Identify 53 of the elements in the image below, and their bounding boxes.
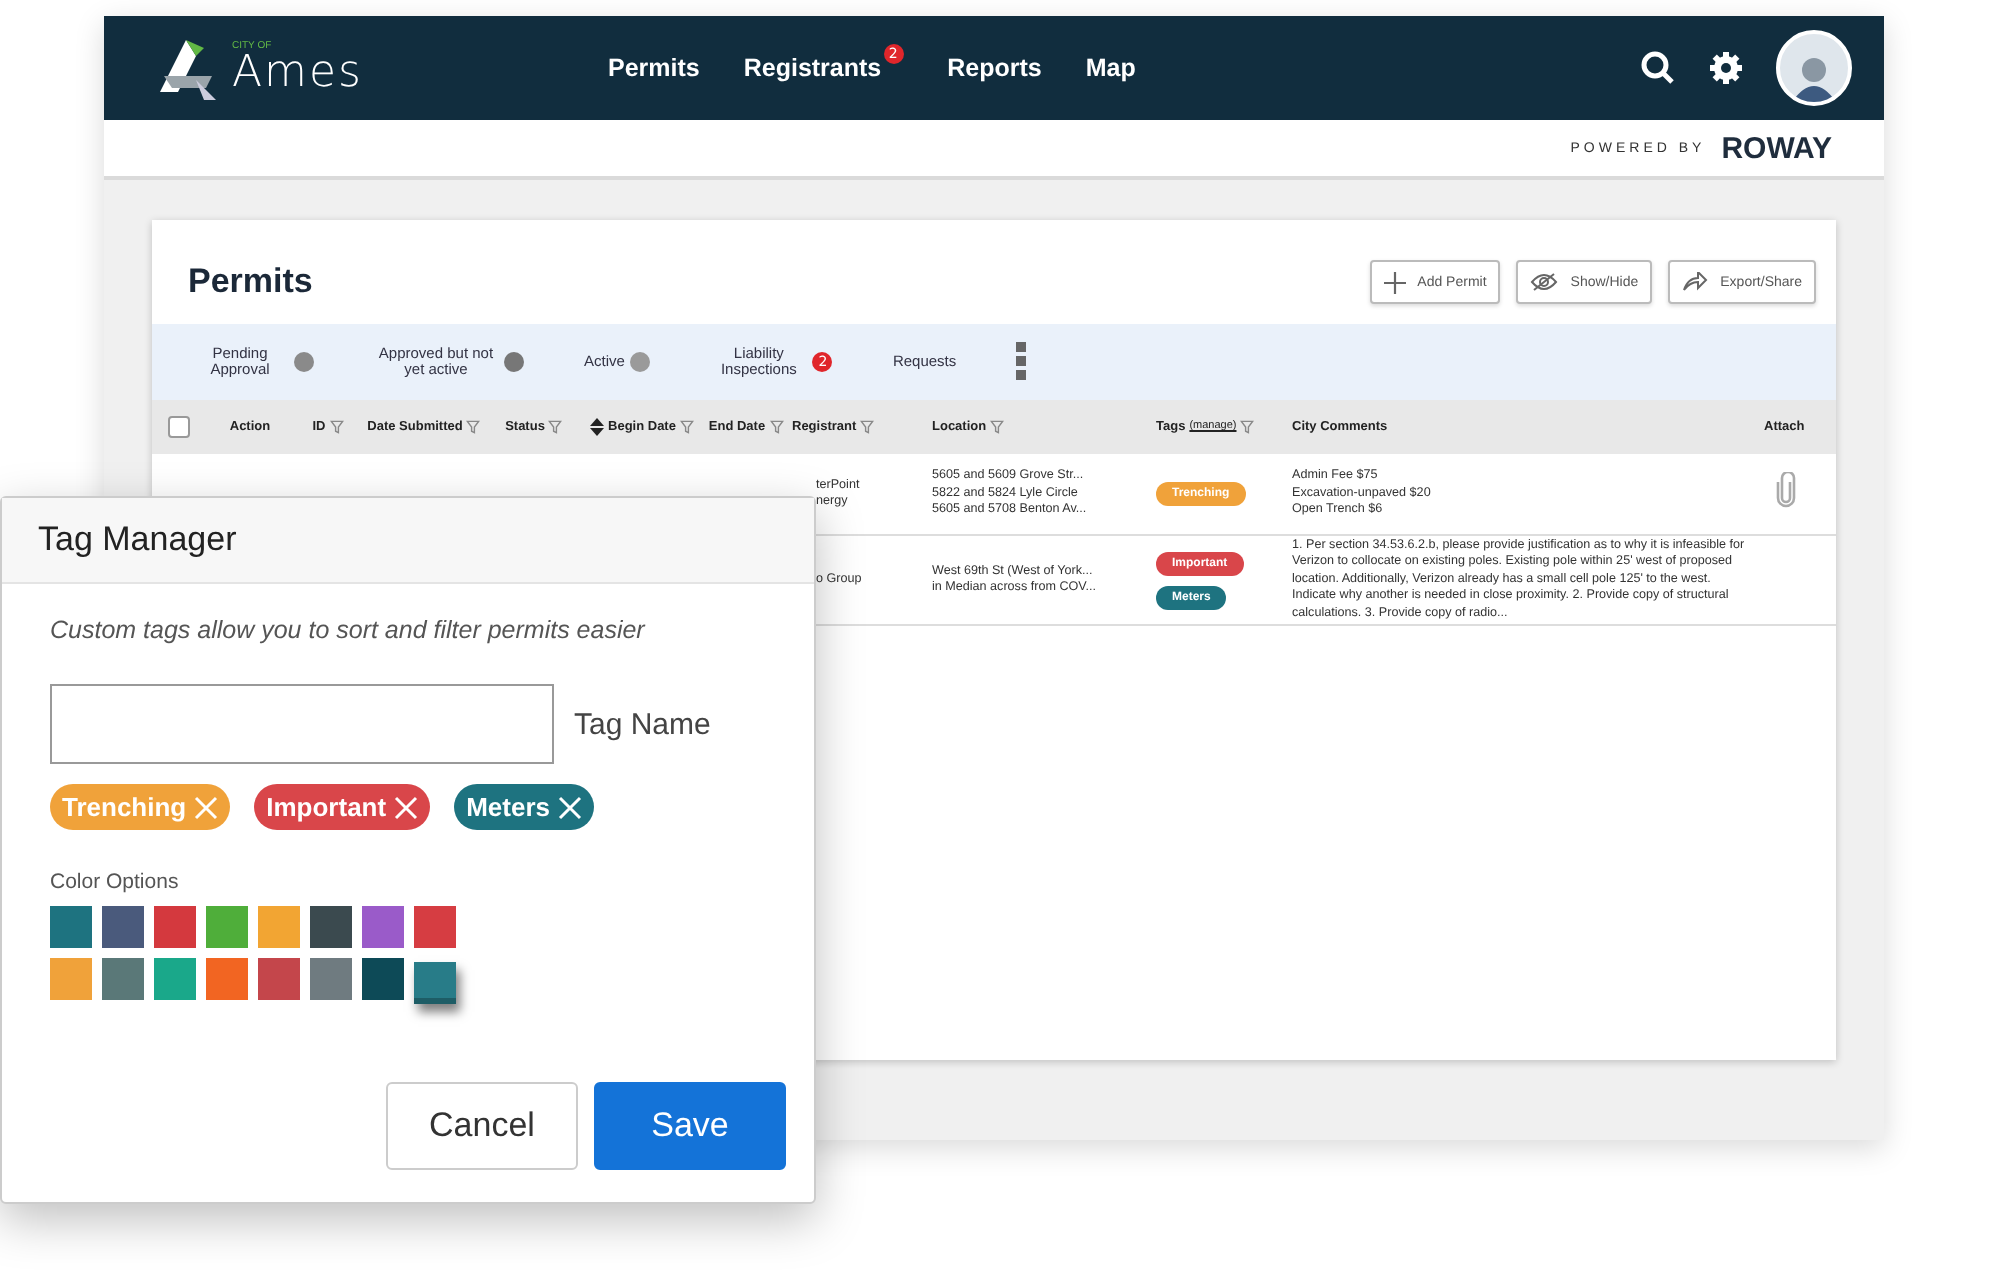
color-swatch[interactable] <box>102 958 144 1000</box>
brand-logo: ROWAY <box>1721 131 1832 165</box>
close-icon[interactable] <box>394 795 419 819</box>
tag-chip: Important <box>254 784 431 830</box>
filter-icon[interactable] <box>990 419 1005 434</box>
nav-link[interactable]: Registrants <box>743 54 882 82</box>
color-swatch[interactable] <box>310 958 352 1000</box>
color-swatch[interactable] <box>310 906 352 948</box>
filter-icon[interactable] <box>860 419 875 434</box>
filter-icon[interactable] <box>466 419 481 434</box>
nav-link[interactable]: Map <box>1085 54 1136 82</box>
settings-icon[interactable] <box>1708 50 1744 86</box>
eye-slash-icon <box>1530 272 1559 292</box>
color-swatch[interactable] <box>414 962 456 1004</box>
color-swatch[interactable] <box>50 906 92 948</box>
page-title: Permits <box>188 262 313 302</box>
more-icon[interactable] <box>1016 342 1027 382</box>
filter-icon[interactable] <box>329 419 344 434</box>
share-icon <box>1682 272 1709 292</box>
color-swatch[interactable] <box>362 958 404 1000</box>
filter-icon[interactable] <box>548 419 563 434</box>
filter-icon[interactable] <box>769 419 784 434</box>
color-swatch[interactable] <box>206 906 248 948</box>
nav-link[interactable]: Permits <box>608 54 700 82</box>
paperclip-icon[interactable] <box>1776 472 1796 508</box>
tag-chip: Meters <box>454 784 594 830</box>
color-swatch[interactable] <box>258 958 300 1000</box>
tag-chip: Trenching <box>50 784 231 830</box>
logo-text: Ames <box>232 51 363 95</box>
color-swatch[interactable] <box>154 958 196 1000</box>
color-swatch[interactable] <box>258 906 300 948</box>
color-swatch[interactable] <box>414 906 456 948</box>
sort-icon[interactable] <box>590 418 605 436</box>
user-avatar[interactable] <box>1776 30 1852 106</box>
color-swatch[interactable] <box>154 906 196 948</box>
plus-icon <box>1383 271 1406 293</box>
save-button[interactable]: Save <box>594 1082 786 1170</box>
field-label: Tag Name <box>574 707 711 741</box>
filter-icon[interactable] <box>1240 419 1255 434</box>
section-label: Color Options <box>50 870 181 894</box>
select-all-checkbox[interactable] <box>168 416 190 438</box>
cancel-button[interactable]: Cancel <box>386 1082 578 1170</box>
color-swatch[interactable] <box>50 958 92 1000</box>
color-swatch[interactable] <box>102 906 144 948</box>
filter-icon[interactable] <box>679 420 694 434</box>
color-swatch[interactable] <box>362 906 404 948</box>
dialog-title: Tag Manager <box>38 520 237 560</box>
nav-link[interactable]: Reports <box>947 54 1042 82</box>
close-icon[interactable] <box>558 795 582 819</box>
hint-text: Custom tags allow you to sort and filter permits easier <box>50 616 648 644</box>
tag-name-field[interactable] <box>50 684 554 764</box>
search-icon[interactable] <box>1640 50 1676 86</box>
color-swatch[interactable] <box>206 958 248 1000</box>
